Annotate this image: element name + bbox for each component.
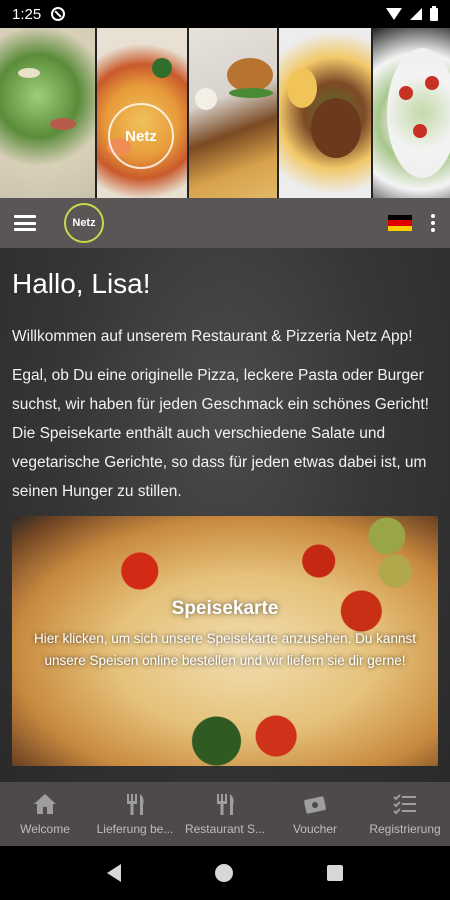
nav-item-welcome[interactable]: Welcome	[0, 782, 90, 846]
home-icon	[34, 794, 56, 814]
header-photo-strip: Netz	[0, 28, 450, 198]
steak-fries-photo	[279, 28, 371, 198]
header-logo-overlay: Netz	[108, 103, 174, 169]
recents-icon[interactable]	[327, 865, 343, 881]
header-logo-text: Netz	[125, 127, 157, 145]
signal-icon	[410, 8, 422, 20]
salad-bowl-photo	[373, 28, 450, 198]
salad-pizza-photo	[0, 28, 95, 198]
nav-label: Restaurant S...	[184, 822, 266, 836]
app-logo-text: Netz	[72, 217, 96, 229]
cutlery-icon	[217, 794, 234, 815]
burger-fries-photo	[189, 28, 277, 198]
speisekarte-card[interactable]: Speisekarte Hier klicken, um sich unsere…	[12, 516, 438, 766]
cutlery-icon	[127, 794, 144, 815]
card-description: Hier klicken, um sich unsere Speisekarte…	[34, 631, 416, 668]
system-navigation-bar	[0, 846, 450, 900]
do-not-disturb-icon	[51, 7, 66, 21]
home-button-icon[interactable]	[215, 864, 233, 882]
card-title: Speisekarte	[171, 598, 279, 619]
nav-item-delivery[interactable]: Lieferung be...	[90, 782, 180, 846]
welcome-text: Willkommen auf unserem Restaurant & Pizz…	[12, 328, 413, 345]
status-time: 1:25	[12, 5, 42, 23]
voucher-icon	[304, 796, 326, 814]
app-logo[interactable]: Netz	[64, 203, 104, 243]
greeting-heading: Hallo, Lisa!	[12, 268, 151, 299]
nav-label: Registrierung	[369, 822, 441, 836]
more-vert-icon[interactable]	[430, 214, 436, 232]
wifi-icon	[386, 8, 402, 20]
bottom-navigation: Welcome Lieferung be... Restaurant S... …	[0, 782, 450, 846]
checklist-icon	[393, 794, 416, 815]
back-icon[interactable]	[107, 864, 121, 882]
description-text: Egal, ob Du eine originelle Pizza, lecke…	[12, 367, 429, 500]
nav-label: Lieferung be...	[96, 822, 174, 836]
nav-label: Voucher	[292, 822, 338, 836]
nav-item-registration[interactable]: Registrierung	[360, 782, 450, 846]
nav-label: Welcome	[20, 822, 70, 836]
nav-item-voucher[interactable]: Voucher	[270, 782, 360, 846]
nav-item-restaurant[interactable]: Restaurant S...	[180, 782, 270, 846]
status-bar: 1:25	[0, 0, 450, 28]
battery-icon	[430, 5, 438, 21]
german-flag-icon[interactable]	[388, 215, 412, 231]
app-toolbar: Netz	[0, 198, 450, 248]
card-overlay: Speisekarte Hier klicken, um sich unsere…	[12, 598, 438, 672]
main-content: Hallo, Lisa! Willkommen auf unserem Rest…	[0, 248, 450, 782]
hamburger-icon[interactable]	[14, 215, 36, 231]
